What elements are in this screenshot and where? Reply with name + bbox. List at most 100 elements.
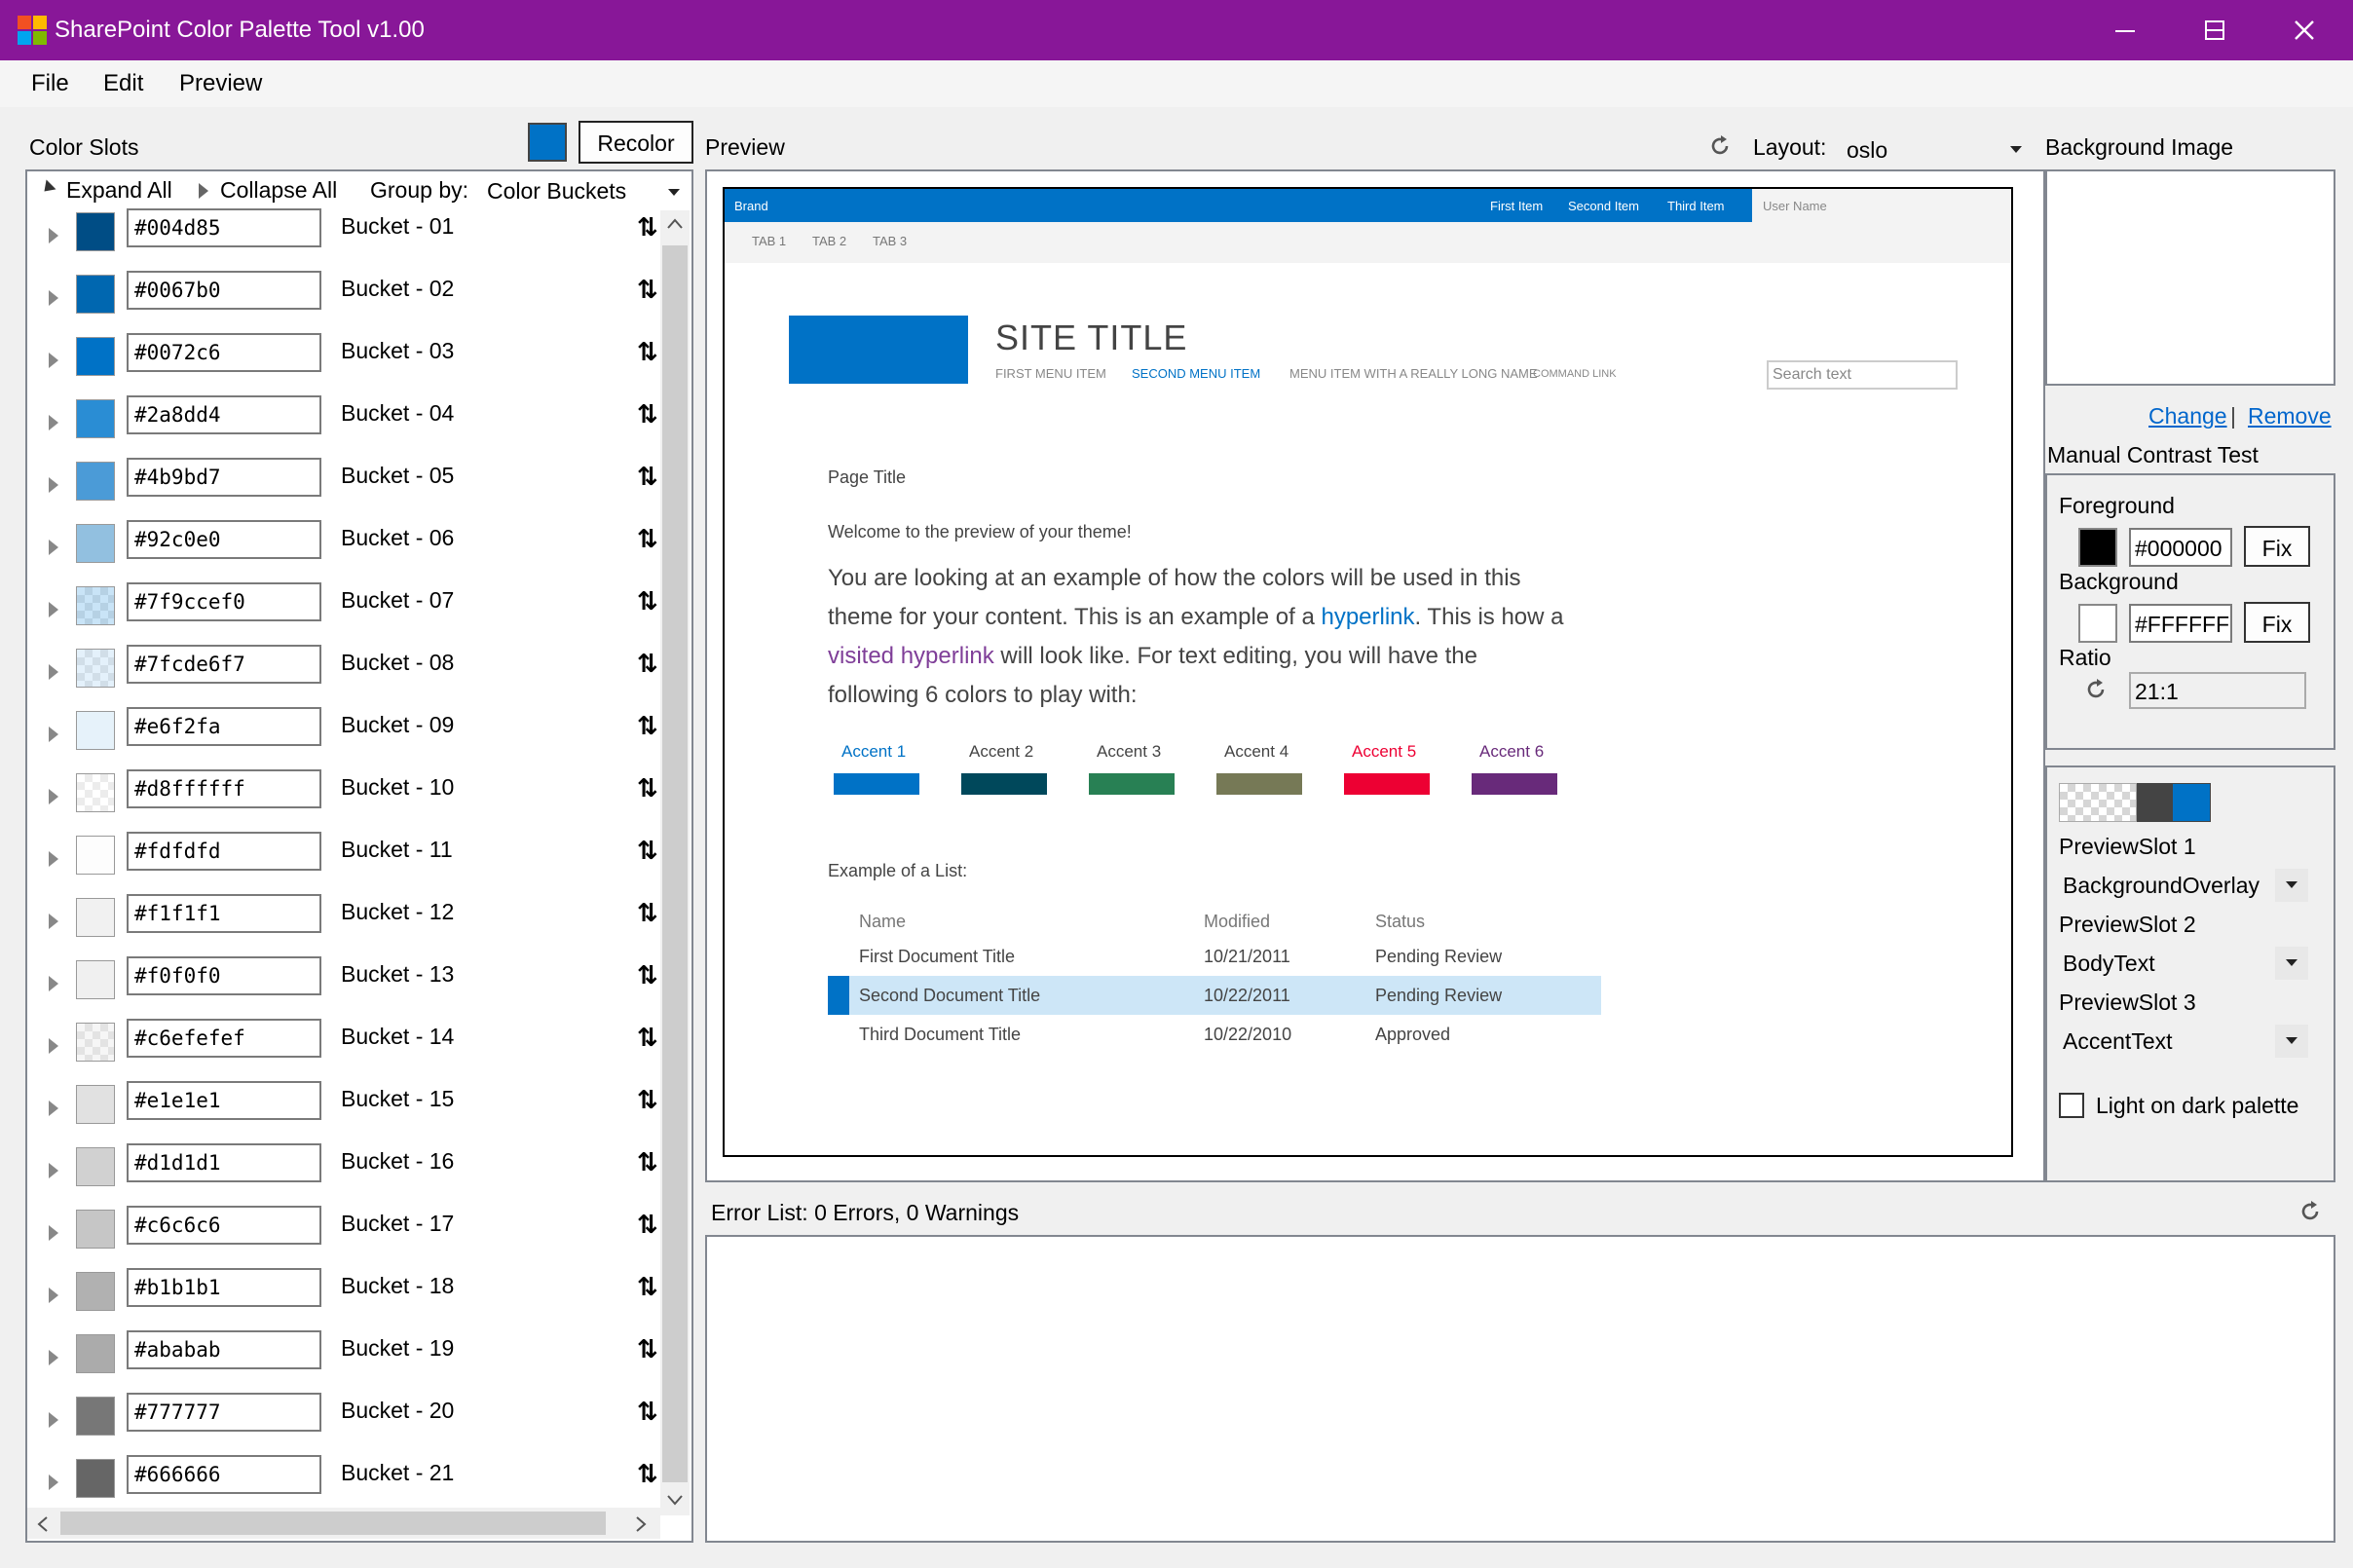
expand-arrow-icon[interactable] [49,540,58,555]
hex-input[interactable]: #004d85 [127,208,321,247]
ribbon-tab-3[interactable]: TAB 3 [873,234,907,248]
table-row[interactable]: First Document Title 10/21/2011 Pending Re… [828,937,1601,976]
color-slot-row[interactable]: #777777 Bucket - 20 ⇅ [29,1389,662,1451]
color-swatch[interactable] [76,711,115,750]
user-name[interactable]: User Name [1763,199,1827,213]
background-image-box[interactable] [2045,169,2335,386]
preview-slot-2-select[interactable]: BodyText [2063,951,2155,977]
color-swatch[interactable] [76,399,115,438]
table-row[interactable]: Third Document Title 10/22/2010 Approved [828,1015,1601,1054]
chevron-down-icon[interactable] [668,189,680,196]
preview-slot-1-select[interactable]: BackgroundOverlay [2063,873,2260,899]
sort-icon[interactable]: ⇅ [637,836,658,866]
minimize-button-area[interactable] [2080,0,2170,60]
vertical-scroll-thumb[interactable] [662,245,688,1482]
layout-dropdown-icon[interactable] [2010,146,2022,153]
close-button[interactable] [2260,0,2349,60]
color-slot-row[interactable]: #92c0e0 Bucket - 06 ⇅ [29,516,662,579]
sort-icon[interactable]: ⇅ [637,524,658,554]
color-slot-row[interactable]: #0067b0 Bucket - 02 ⇅ [29,267,662,329]
scroll-down-icon[interactable] [667,1494,683,1506]
top-nav-first[interactable]: First Item [1490,199,1543,213]
sort-icon[interactable]: ⇅ [637,898,658,928]
expand-arrow-icon[interactable] [49,290,58,306]
preview-slot-3-select[interactable]: AccentText [2063,1028,2173,1055]
color-slot-row[interactable]: #c6efefef Bucket - 14 ⇅ [29,1015,662,1077]
ribbon-tab-2[interactable]: TAB 2 [812,234,846,248]
light-on-dark-checkbox[interactable] [2059,1093,2084,1118]
color-slot-row[interactable]: #7fcde6f7 Bucket - 08 ⇅ [29,641,662,703]
visited-hyperlink[interactable]: visited hyperlink [828,643,994,669]
hex-input[interactable]: #2a8dd4 [127,395,321,434]
expand-arrow-icon[interactable] [49,477,58,493]
sort-icon[interactable]: ⇅ [637,1210,658,1240]
color-slot-row[interactable]: #d8ffffff Bucket - 10 ⇅ [29,765,662,828]
foreground-fix-button[interactable]: Fix [2244,526,2310,567]
sort-icon[interactable]: ⇅ [637,1272,658,1302]
list-col-name[interactable]: Name [859,912,906,932]
top-nav-second[interactable]: Second Item [1568,199,1639,213]
sort-icon[interactable]: ⇅ [637,1023,658,1053]
hex-input[interactable]: #b1b1b1 [127,1268,321,1307]
remove-link[interactable]: Remove [2248,403,2332,429]
hex-input[interactable]: #f0f0f0 [127,956,321,995]
sort-icon[interactable]: ⇅ [637,649,658,679]
list-col-status[interactable]: Status [1375,912,1425,932]
menu-file[interactable]: File [31,70,69,97]
expand-arrow-icon[interactable] [49,353,58,368]
horizontal-scroll-thumb[interactable] [60,1512,606,1535]
menu-item-second[interactable]: SECOND MENU ITEM [1132,366,1260,381]
color-swatch[interactable] [76,462,115,501]
expand-arrow-icon[interactable] [49,602,58,617]
color-slot-row[interactable]: #f1f1f1 Bucket - 12 ⇅ [29,890,662,952]
expand-arrow-icon[interactable] [49,415,58,430]
maximize-button[interactable] [2170,0,2260,60]
color-slot-row[interactable]: #004d85 Bucket - 01 ⇅ [29,205,662,267]
color-slot-row[interactable]: #f0f0f0 Bucket - 13 ⇅ [29,952,662,1015]
color-swatch[interactable] [76,1334,115,1373]
expand-arrow-icon[interactable] [49,1225,58,1241]
sort-icon[interactable]: ⇅ [637,337,658,367]
expand-arrow-icon[interactable] [49,1101,58,1116]
expand-arrow-icon[interactable] [49,1163,58,1178]
hex-input[interactable]: #fdfdfd [127,832,321,871]
expand-arrow-icon[interactable] [49,727,58,742]
color-swatch[interactable] [76,1397,115,1436]
sort-icon[interactable]: ⇅ [637,275,658,305]
hex-input[interactable]: #7f9ccef0 [127,582,321,621]
hex-input[interactable]: #e6f2fa [127,707,321,746]
hyperlink[interactable]: hyperlink [1321,604,1414,630]
color-swatch[interactable] [76,1023,115,1062]
sort-icon[interactable]: ⇅ [637,711,658,741]
sort-icon[interactable]: ⇅ [637,1397,658,1427]
preview-slot-1-dropdown[interactable] [2275,869,2308,902]
background-swatch[interactable] [2078,604,2117,643]
color-swatch[interactable] [76,898,115,937]
hex-input[interactable]: #0067b0 [127,271,321,310]
collapse-all-button[interactable]: Collapse All [220,177,337,204]
color-swatch[interactable] [76,1085,115,1124]
background-input[interactable]: #FFFFFF [2129,604,2232,643]
layout-select[interactable]: oslo [1847,137,1887,164]
vertical-scrollbar[interactable] [660,210,690,1515]
background-fix-button[interactable]: Fix [2244,602,2310,643]
color-slot-row[interactable]: #7f9ccef0 Bucket - 07 ⇅ [29,579,662,641]
menu-item-long[interactable]: MENU ITEM WITH A REALLY LONG NAME [1289,366,1538,381]
preview-slot-2-dropdown[interactable] [2275,947,2308,980]
scroll-left-icon[interactable] [37,1516,49,1532]
expand-arrow-icon[interactable] [49,228,58,243]
sort-icon[interactable]: ⇅ [637,1085,658,1115]
hex-input[interactable]: #0072c6 [127,333,321,372]
ratio-refresh-icon[interactable] [2084,678,2108,701]
menu-edit[interactable]: Edit [103,70,143,97]
hex-input[interactable]: #777777 [127,1393,321,1432]
hex-input[interactable]: #7fcde6f7 [127,645,321,684]
hex-input[interactable]: #92c0e0 [127,520,321,559]
foreground-input[interactable]: #000000 [2129,528,2232,567]
color-slot-row[interactable]: #fdfdfd Bucket - 11 ⇅ [29,828,662,890]
sort-icon[interactable]: ⇅ [637,399,658,429]
color-swatch[interactable] [76,586,115,625]
sort-icon[interactable]: ⇅ [637,586,658,616]
sort-icon[interactable]: ⇅ [637,1459,658,1489]
color-swatch[interactable] [76,1147,115,1186]
